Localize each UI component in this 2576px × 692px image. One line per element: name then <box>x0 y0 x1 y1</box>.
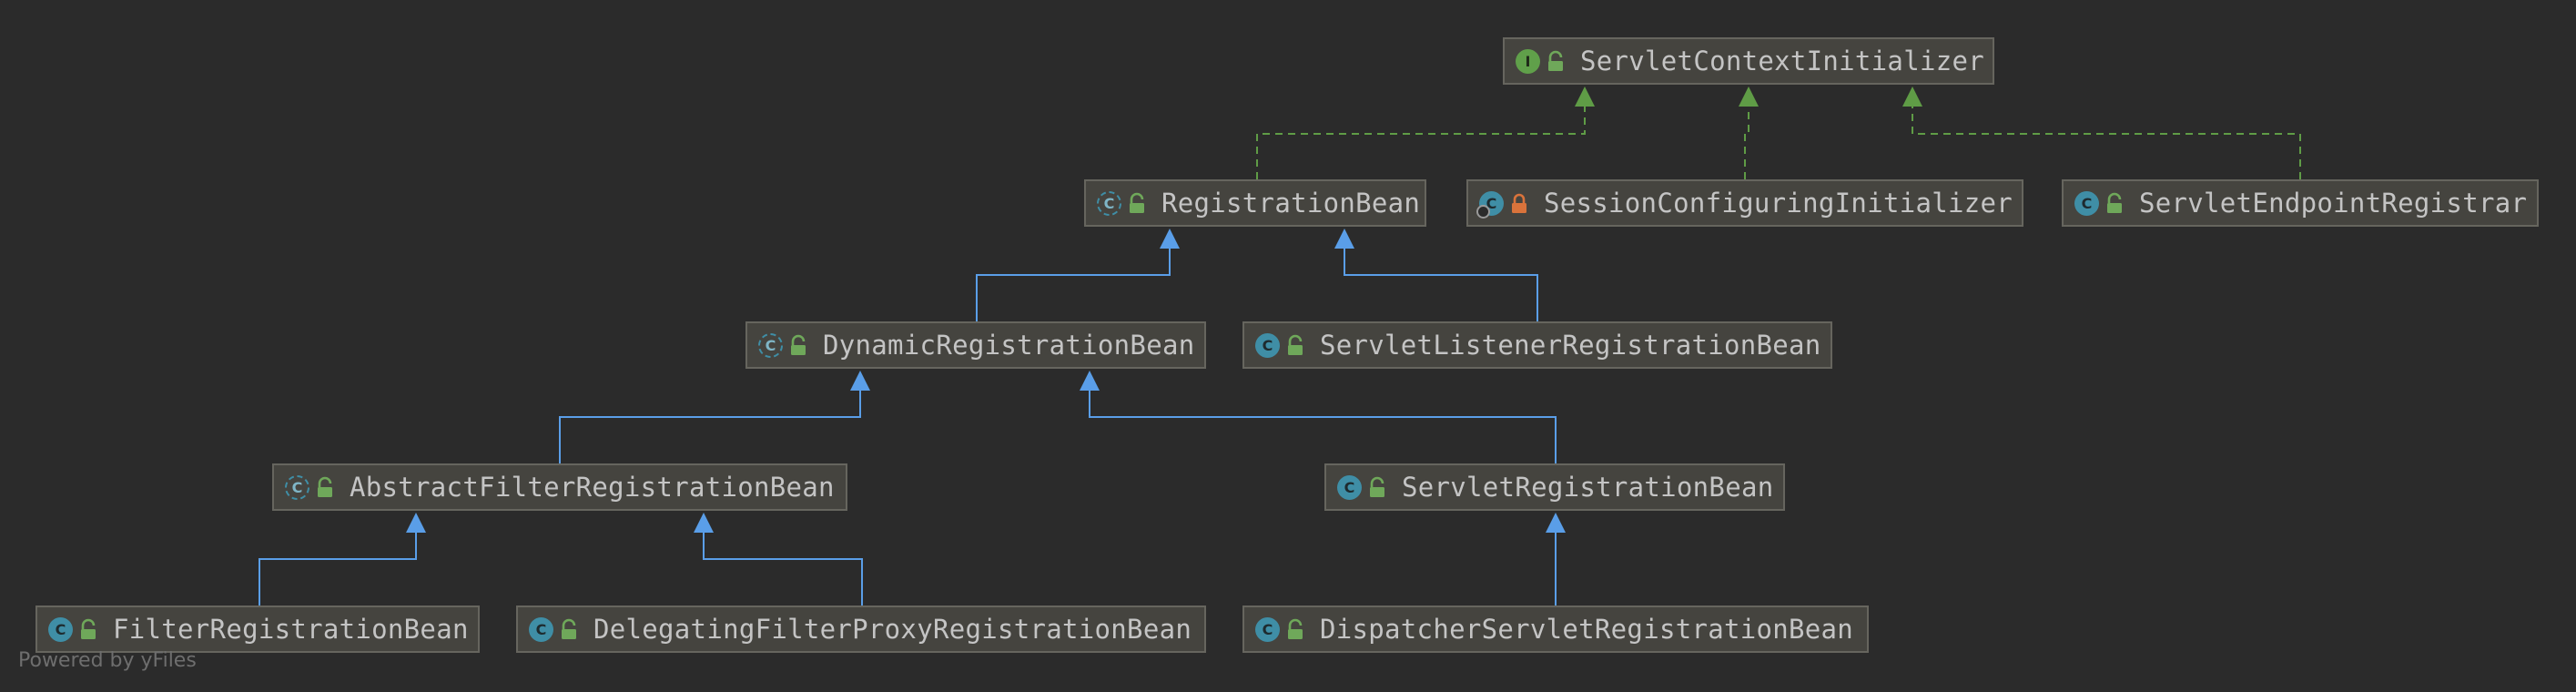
public-unlock-icon <box>313 475 337 499</box>
diagram-canvas: I ServletContextInitializer C RegistrationB… <box>0 0 2576 692</box>
public-unlock-icon <box>2103 191 2126 215</box>
inner-class-marker-icon <box>1476 204 1490 219</box>
public-unlock-icon <box>557 617 581 641</box>
yfiles-watermark: Powered by yFiles <box>18 649 197 672</box>
arrowhead-frb-to-afrb <box>406 513 426 533</box>
node-label: RegistrationBean <box>1161 188 1421 219</box>
class-icon: C <box>1255 332 1280 358</box>
edge-sesscfg-to-sci <box>1744 107 1749 179</box>
abstract-class-icon: C <box>285 474 309 500</box>
node-afrb[interactable]: C AbstractFilterRegistrationBean <box>272 463 847 511</box>
node-rb[interactable]: C RegistrationBean <box>1084 179 1426 227</box>
node-label: DelegatingFilterProxyRegistrationBean <box>593 614 1192 645</box>
node-label: DynamicRegistrationBean <box>823 330 1195 361</box>
node-label: SessionConfiguringInitializer <box>1544 188 2013 219</box>
node-dfprb[interactable]: C DelegatingFilterProxyRegistrationBean <box>516 606 1206 653</box>
arrowhead-slrb-to-rb <box>1334 229 1354 249</box>
class-icon: C <box>529 616 553 642</box>
node-label: FilterRegistrationBean <box>113 614 469 645</box>
node-srb[interactable]: C ServletRegistrationBean <box>1324 463 1785 511</box>
edge-frb-to-afrb <box>259 533 417 606</box>
edge-afrb-to-drb <box>559 391 861 463</box>
node-label: AbstractFilterRegistrationBean <box>350 472 835 503</box>
node-drb[interactable]: C DynamicRegistrationBean <box>745 321 1206 369</box>
node-label: ServletRegistrationBean <box>1402 472 1774 503</box>
edge-srb-to-drb <box>1089 391 1557 463</box>
arrowhead-drb-to-rb <box>1160 229 1180 249</box>
abstract-class-icon: C <box>758 332 783 358</box>
public-unlock-icon <box>76 617 100 641</box>
public-unlock-icon <box>1283 333 1307 357</box>
node-label: DispatcherServletRegistrationBean <box>1320 614 1854 645</box>
class-icon: C <box>2074 190 2099 216</box>
arrowhead-ser-to-sci <box>1902 86 1922 107</box>
node-slrb[interactable]: C ServletListenerRegistrationBean <box>1242 321 1832 369</box>
node-ser[interactable]: C ServletEndpointRegistrar <box>2062 179 2539 227</box>
node-label: ServletListenerRegistrationBean <box>1320 330 1821 361</box>
inner-class-icon: C <box>1476 190 1504 219</box>
edge-dfprb-to-afrb <box>703 533 863 606</box>
abstract-class-icon: C <box>1097 190 1121 216</box>
edge-drb-to-rb <box>976 249 1171 321</box>
edge-rb-to-sci <box>1256 107 1586 179</box>
node-label: ServletContextInitializer <box>1580 46 1984 76</box>
interface-icon: I <box>1516 48 1540 74</box>
public-unlock-icon <box>1125 191 1149 215</box>
node-dsrb[interactable]: C DispatcherServletRegistrationBean <box>1242 606 1869 653</box>
private-lock-icon <box>1507 191 1531 215</box>
edge-ser-to-sci <box>1912 107 2301 179</box>
public-unlock-icon <box>1283 617 1307 641</box>
public-unlock-icon <box>1544 49 1567 73</box>
arrowhead-sesscfg-to-sci <box>1739 86 1759 107</box>
arrowhead-afrb-to-drb <box>850 371 870 391</box>
class-icon: C <box>1255 616 1280 642</box>
public-unlock-icon <box>786 333 810 357</box>
edge-slrb-to-rb <box>1344 249 1538 321</box>
arrowhead-dsrb-to-srb <box>1546 513 1566 533</box>
node-sesscfg[interactable]: C SessionConfiguringInitializer <box>1466 179 2023 227</box>
class-icon: C <box>1337 474 1362 500</box>
arrowhead-dfprb-to-afrb <box>694 513 714 533</box>
arrowhead-srb-to-drb <box>1080 371 1100 391</box>
arrowhead-rb-to-sci <box>1575 86 1595 107</box>
node-label: ServletEndpointRegistrar <box>2139 188 2528 219</box>
node-frb[interactable]: C FilterRegistrationBean <box>35 606 480 653</box>
node-sci[interactable]: I ServletContextInitializer <box>1503 37 1994 85</box>
public-unlock-icon <box>1365 475 1389 499</box>
class-icon: C <box>48 616 73 642</box>
